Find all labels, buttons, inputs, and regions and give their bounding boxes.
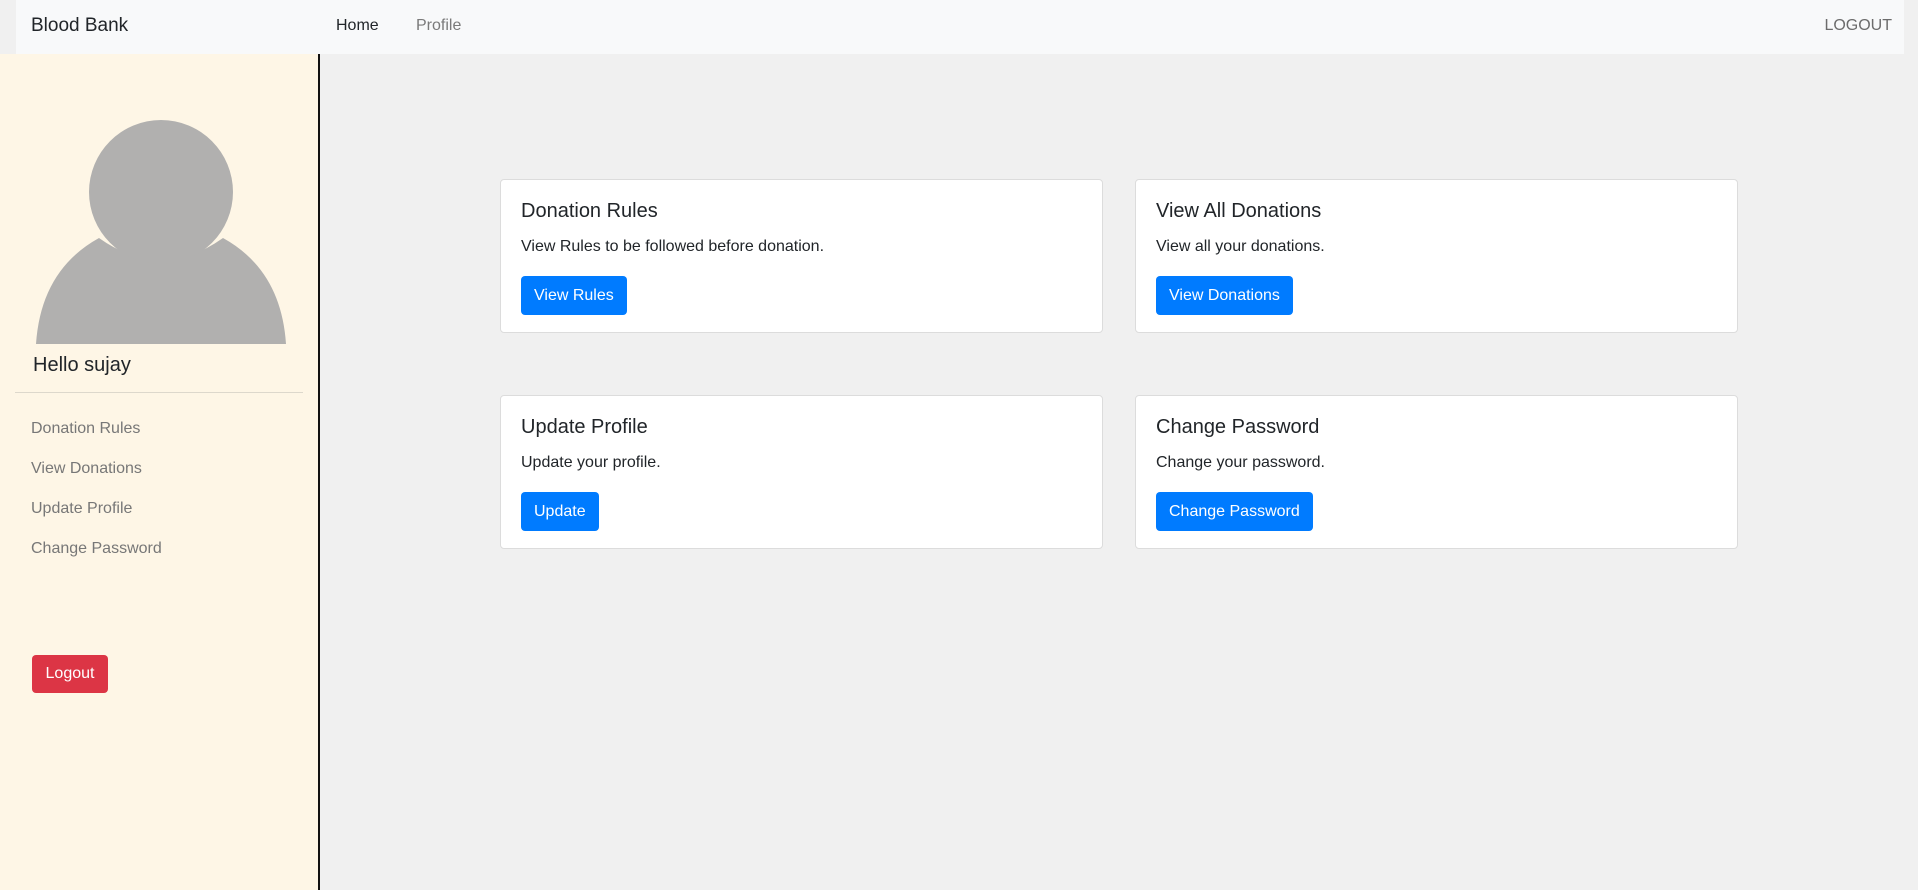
card-text: Update your profile. xyxy=(521,454,661,471)
brand-logo[interactable]: Blood Bank xyxy=(31,15,128,37)
sidebar-divider xyxy=(15,392,303,393)
nav-logout-link[interactable]: LOGOUT xyxy=(1824,17,1892,35)
sidebar-item-update-profile[interactable]: Update Profile xyxy=(31,500,132,518)
sidebar-item-donation-rules[interactable]: Donation Rules xyxy=(31,420,140,438)
logout-button[interactable]: Logout xyxy=(32,655,108,693)
card-text: View Rules to be followed before donatio… xyxy=(521,238,825,255)
sidebar: Hello sujay Donation Rules View Donation… xyxy=(0,54,320,890)
change-password-button[interactable]: Change Password xyxy=(1156,492,1313,531)
top-navbar: Blood Bank Home Profile LOGOUT xyxy=(16,0,1904,54)
card-view-all-donations: View All Donations View all your donatio… xyxy=(1135,179,1738,333)
view-donations-button[interactable]: View Donations xyxy=(1156,276,1293,315)
card-update-profile: Update Profile Update your profile. Upda… xyxy=(500,395,1103,549)
update-button[interactable]: Update xyxy=(521,492,599,531)
card-text: Change your password. xyxy=(1156,454,1325,471)
card-donation-rules: Donation Rules View Rules to be followed… xyxy=(500,179,1103,333)
card-title: View All Donations xyxy=(1156,200,1322,222)
card-title: Change Password xyxy=(1156,416,1320,438)
user-avatar-icon xyxy=(36,120,286,344)
card-title: Update Profile xyxy=(521,416,648,438)
card-title: Donation Rules xyxy=(521,200,658,222)
nav-link-profile[interactable]: Profile xyxy=(416,17,461,35)
card-text: View all your donations. xyxy=(1156,238,1325,255)
greeting-text: Hello sujay xyxy=(33,354,131,376)
sidebar-item-view-donations[interactable]: View Donations xyxy=(31,460,142,478)
view-rules-button[interactable]: View Rules xyxy=(521,276,627,315)
sidebar-item-change-password[interactable]: Change Password xyxy=(31,540,162,558)
card-change-password: Change Password Change your password. Ch… xyxy=(1135,395,1738,549)
nav-link-home[interactable]: Home xyxy=(336,17,379,35)
